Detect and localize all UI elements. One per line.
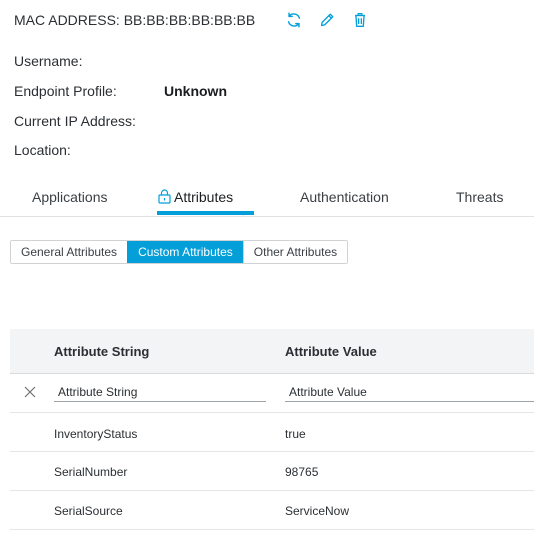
username-label: Username:: [14, 53, 83, 69]
tab-threats[interactable]: Threats: [456, 189, 503, 209]
attribute-value-cell: 98765: [285, 465, 319, 479]
clear-filter-icon[interactable]: [22, 384, 38, 400]
tab-attributes[interactable]: Attributes: [158, 189, 233, 209]
attribute-value-cell: ServiceNow: [285, 504, 350, 518]
attribute-string-cell: SerialSource: [54, 504, 123, 518]
other-attributes-button[interactable]: Other Attributes: [242, 241, 348, 263]
tab-attributes-label: Attributes: [174, 189, 234, 205]
endpoint-profile-value: Unknown: [164, 83, 227, 99]
location-label: Location:: [14, 142, 71, 158]
attributes-segmented-control: General Attributes Custom Attributes Oth…: [10, 240, 349, 264]
tab-authentication[interactable]: Authentication: [300, 189, 389, 209]
attribute-string-cell: SerialNumber: [54, 465, 128, 479]
edit-icon[interactable]: [317, 10, 337, 30]
mac-address-title: MAC ADDRESS: BB:BB:BB:BB:BB:BB: [14, 12, 256, 28]
tabs-divider: [0, 216, 534, 217]
column-header-attribute-string[interactable]: Attribute String: [54, 344, 149, 359]
attribute-string-filter-input[interactable]: [54, 382, 266, 402]
attribute-value-filter-input[interactable]: [285, 382, 534, 402]
refresh-icon[interactable]: [284, 10, 304, 30]
delete-icon[interactable]: [350, 10, 370, 30]
current-ip-label: Current IP Address:: [14, 113, 136, 129]
attribute-string-cell: InventoryStatus: [54, 427, 138, 441]
general-attributes-button[interactable]: General Attributes: [11, 241, 128, 263]
endpoint-profile-label: Endpoint Profile:: [14, 83, 117, 99]
custom-attributes-button[interactable]: Custom Attributes: [127, 241, 243, 263]
lock-icon: [158, 189, 171, 204]
tab-applications[interactable]: Applications: [32, 189, 108, 209]
column-header-attribute-value[interactable]: Attribute Value: [285, 344, 377, 359]
active-tab-indicator: [157, 211, 254, 215]
attribute-value-cell: true: [285, 427, 306, 441]
